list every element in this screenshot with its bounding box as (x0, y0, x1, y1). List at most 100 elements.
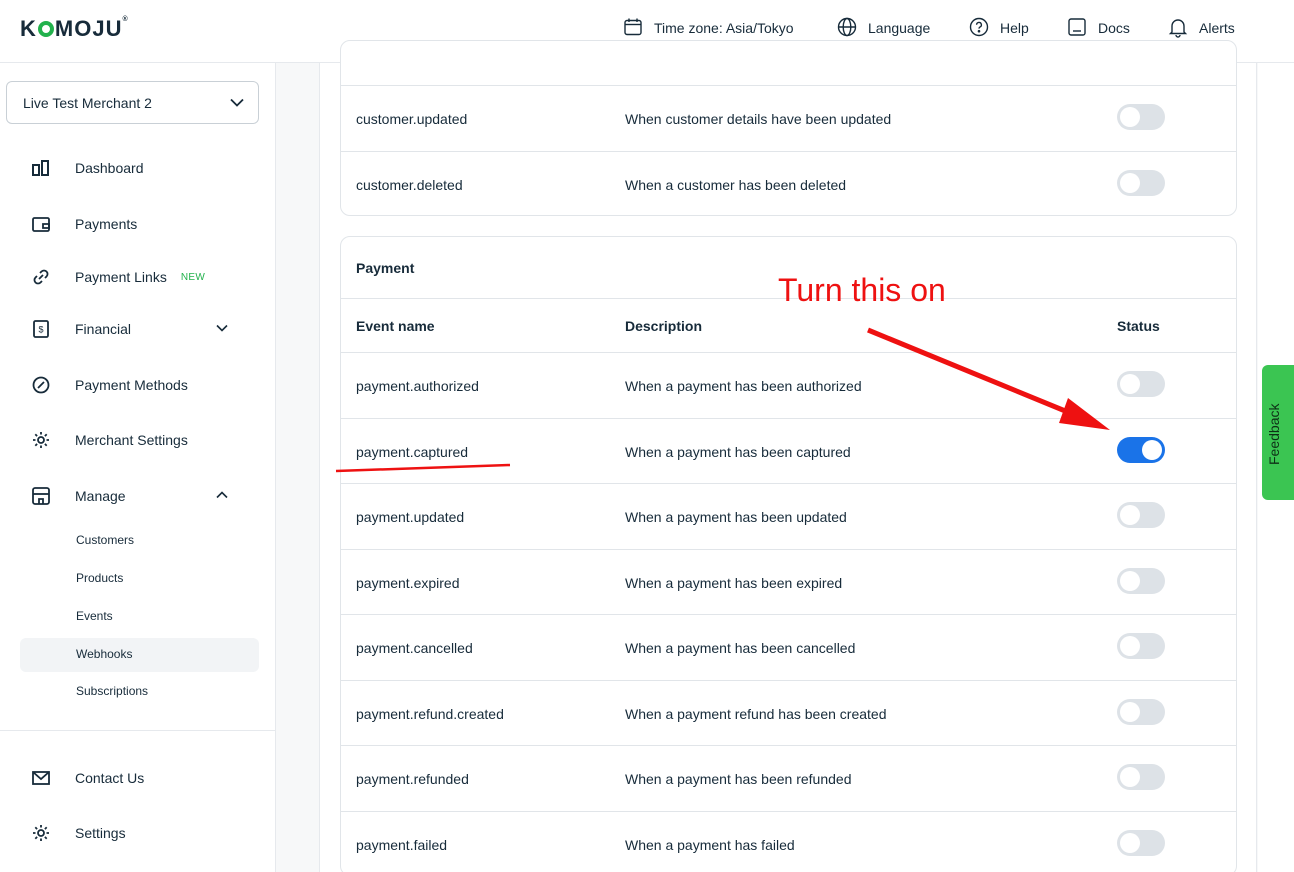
column-header-event: Event name (356, 318, 435, 334)
feedback-label: Feedback (1266, 403, 1282, 465)
language-button[interactable]: Language (836, 16, 930, 40)
dashboard-icon (30, 157, 52, 179)
event-description: When a payment has been updated (625, 509, 847, 525)
gear-icon (30, 822, 52, 844)
merchant-name: Live Test Merchant 2 (23, 94, 152, 111)
sidebar-subitem-products[interactable]: Products (76, 571, 123, 585)
sidebar-subitem-customers[interactable]: Customers (76, 533, 134, 547)
event-name: payment.cancelled (356, 640, 473, 656)
dollar-doc-icon: $ (30, 318, 52, 340)
status-toggle[interactable] (1117, 502, 1165, 528)
sidebar: Live Test Merchant 2 Dashboard Payments … (0, 63, 276, 872)
sidebar-item-label: Merchant Settings (75, 432, 188, 448)
link-icon (30, 266, 52, 288)
table-row: customer.deleted When a customer has bee… (341, 151, 1236, 215)
table-row: payment.updated When a payment has been u… (341, 483, 1236, 549)
event-description: When a payment has been expired (625, 574, 843, 591)
event-description: When a payment has been authorized (625, 378, 862, 394)
bell-icon (1167, 16, 1189, 41)
timezone-button[interactable]: Time zone: Asia/Tokyo (622, 16, 794, 40)
chevron-down-icon (230, 98, 244, 107)
event-name: payment.captured (356, 443, 469, 460)
svg-text:$: $ (38, 325, 43, 335)
timezone-label: Time zone: Asia/Tokyo (654, 20, 794, 36)
event-description: When a payment has been captured (625, 443, 851, 460)
sidebar-subitem-events[interactable]: Events (76, 609, 113, 623)
customer-events-card: customer.updated When customer details h… (340, 40, 1237, 216)
merchant-select[interactable]: Live Test Merchant 2 (6, 81, 259, 124)
chevron-down-icon[interactable] (216, 322, 228, 334)
column-header-description: Description (625, 318, 703, 334)
payment-events-card: Payment Event name Description Status pa… (340, 236, 1237, 872)
card-title: Payment (356, 260, 415, 276)
sidebar-item-label: Payment Methods (75, 377, 188, 393)
status-toggle[interactable] (1117, 829, 1165, 856)
status-toggle[interactable] (1117, 698, 1165, 725)
chevron-up-icon[interactable] (216, 489, 228, 501)
docs-button[interactable]: Docs (1066, 16, 1130, 40)
feedback-tab[interactable]: Feedback (1262, 365, 1294, 500)
docs-label: Docs (1098, 20, 1130, 36)
sidebar-subitem-webhooks[interactable]: Webhooks (76, 647, 132, 661)
event-description: When a customer has been deleted (625, 177, 847, 193)
calendar-icon (622, 16, 644, 41)
globe-icon (836, 16, 858, 41)
language-label: Language (868, 20, 931, 36)
help-icon (968, 16, 990, 41)
alerts-label: Alerts (1199, 20, 1235, 36)
sidebar-item-label: Financial (75, 321, 132, 337)
sidebar-item-manage[interactable]: Manage (30, 485, 126, 507)
sidebar-item-label: Manage (75, 488, 126, 504)
table-row: payment.expired When a payment has been e… (341, 548, 1236, 615)
status-toggle[interactable] (1117, 436, 1165, 463)
event-description: When a payment refund has been created (625, 705, 887, 722)
sidebar-item-payment-methods[interactable]: Payment Methods (30, 374, 188, 396)
sidebar-item-label: Payments (75, 216, 138, 232)
event-name: payment.expired (356, 574, 460, 591)
status-toggle[interactable] (1117, 764, 1165, 790)
event-name: customer.deleted (356, 177, 463, 193)
store-icon (30, 485, 52, 507)
sidebar-item-payments[interactable]: Payments (30, 213, 137, 235)
annotation-text: Turn this on (778, 272, 946, 308)
help-label: Help (1000, 20, 1029, 36)
sidebar-item-merchant-settings[interactable]: Merchant Settings (30, 429, 188, 451)
status-toggle[interactable] (1117, 104, 1165, 130)
event-description: When a payment has been cancelled (625, 640, 856, 656)
komoju-logo[interactable]: K MOJU® (20, 16, 129, 42)
event-name: payment.refund.created (356, 705, 504, 722)
sidebar-item-contact-us[interactable]: Contact Us (30, 767, 144, 789)
status-toggle[interactable] (1117, 170, 1165, 196)
sidebar-item-label: Dashboard (75, 160, 144, 176)
event-name: payment.failed (356, 836, 448, 853)
sidebar-item-label: Payment Links (75, 269, 167, 285)
table-row: payment.captured When a payment has been … (341, 417, 1236, 484)
wallet-icon (30, 213, 52, 235)
sidebar-subitem-subscriptions[interactable]: Subscriptions (76, 684, 148, 698)
table-row: payment.refund.created When a payment ref… (341, 679, 1236, 746)
new-badge: NEW (180, 271, 206, 283)
status-toggle[interactable] (1117, 567, 1165, 594)
event-description: When a payment has failed (625, 836, 795, 853)
active-item-highlight (20, 638, 259, 672)
event-description: When customer details have been updated (625, 111, 892, 127)
table-row: payment.failed When a payment has failed (341, 810, 1236, 872)
event-name: customer.updated (356, 111, 468, 127)
sidebar-item-payment-links[interactable]: Payment Links NEW (30, 266, 205, 288)
docs-icon (1066, 16, 1088, 41)
table-row: customer.updated When customer details h… (341, 85, 1236, 151)
mail-icon (30, 767, 52, 789)
status-toggle[interactable] (1117, 633, 1165, 659)
sidebar-item-label: Settings (75, 825, 126, 841)
help-button[interactable]: Help (968, 16, 1029, 40)
table-row: payment.cancelled When a payment has been… (341, 614, 1236, 680)
sidebar-item-settings[interactable]: Settings (30, 822, 126, 844)
payment-methods-icon (30, 374, 52, 396)
alerts-button[interactable]: Alerts (1167, 16, 1235, 40)
event-name: payment.updated (356, 509, 465, 525)
gear-icon (30, 429, 52, 451)
sidebar-item-financial[interactable]: $ Financial (30, 318, 131, 340)
event-name: payment.authorized (356, 378, 479, 394)
sidebar-item-dashboard[interactable]: Dashboard (30, 157, 144, 179)
status-toggle[interactable] (1117, 371, 1165, 397)
